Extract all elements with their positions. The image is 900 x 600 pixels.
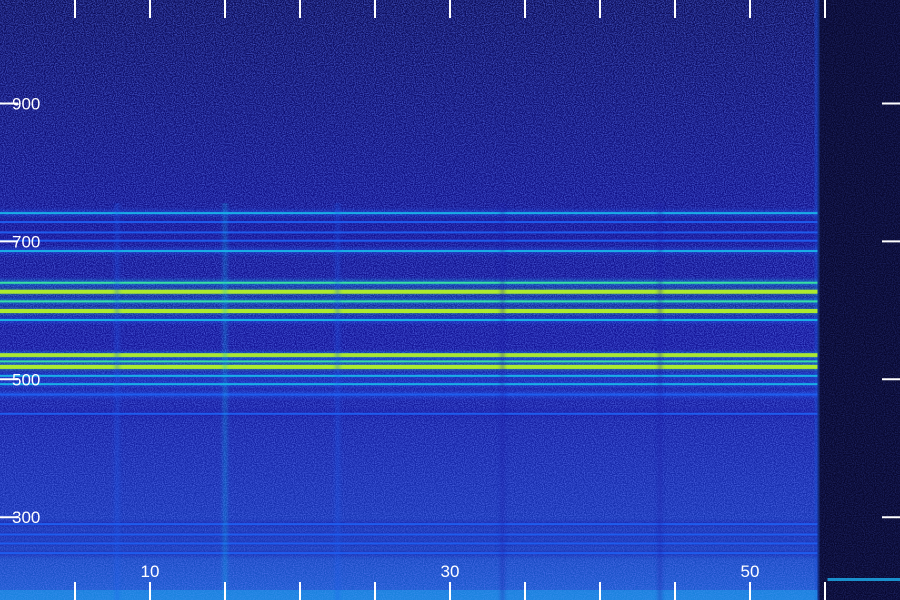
spectral-line-core [0, 309, 818, 314]
spectral-line-core [0, 364, 818, 369]
spectral-line [0, 279, 818, 286]
spectral-line [0, 531, 818, 538]
spectral-line-core [0, 250, 818, 253]
spectral-line [0, 237, 818, 244]
spectral-line [0, 210, 818, 217]
spectral-line [0, 219, 818, 226]
spectral-line-core [0, 393, 818, 396]
spectral-line-core [0, 552, 818, 555]
spectral-line-core [0, 281, 818, 284]
spectral-line [0, 229, 818, 236]
noise-texture-tail [817, 0, 900, 600]
spectrogram-svg: 10 30 50 300 500 700 900 [0, 0, 900, 600]
vertical-streak [115, 203, 119, 600]
spectral-line [0, 248, 818, 255]
x-tick-label: 10 [141, 562, 160, 581]
y-tick-label: 500 [12, 370, 40, 389]
spectral-line [0, 298, 818, 305]
spectral-line [0, 521, 818, 528]
spectral-line-core [0, 523, 818, 526]
spectral-line [0, 372, 818, 379]
spectral-line-core [0, 231, 818, 234]
spectral-line [0, 288, 818, 295]
spectral-line [0, 317, 818, 323]
spectral-line [0, 308, 818, 315]
spectral-line-core [0, 383, 818, 386]
spectral-line-core [0, 300, 818, 303]
spectral-line [0, 410, 818, 417]
vertical-streak [223, 203, 227, 600]
vertical-streak [335, 203, 340, 600]
spectrogram-chart: 10 30 50 300 500 700 900 [0, 0, 900, 600]
y-tick-label: 700 [12, 232, 40, 251]
spectral-line [0, 363, 818, 370]
spectral-line-core [0, 533, 818, 536]
y-tick-label: 900 [12, 94, 40, 113]
spectral-line [0, 352, 818, 359]
spectral-line-core [0, 239, 818, 242]
spectral-line [0, 391, 818, 398]
spectral-line-core [0, 374, 818, 377]
spectral-line-core [0, 212, 818, 215]
low-band [0, 590, 818, 600]
x-tick-label: 30 [441, 562, 460, 581]
vertical-streak [658, 203, 662, 600]
spectral-line-core [0, 542, 818, 545]
spectral-line-core [0, 353, 818, 358]
vertical-streak [500, 203, 505, 600]
y-tick-label: 300 [12, 508, 40, 527]
spectral-line-core [0, 412, 818, 415]
spectral-line-core [0, 289, 818, 294]
spectral-line-core [0, 221, 818, 224]
x-tick-label: 50 [741, 562, 760, 581]
spectral-line [0, 381, 818, 388]
spectral-line [0, 550, 818, 557]
spectral-line [0, 540, 818, 547]
spectral-line-core [0, 360, 818, 363]
tail-line [827, 578, 900, 581]
spectral-line [0, 358, 818, 365]
spectral-line-core [0, 319, 818, 321]
